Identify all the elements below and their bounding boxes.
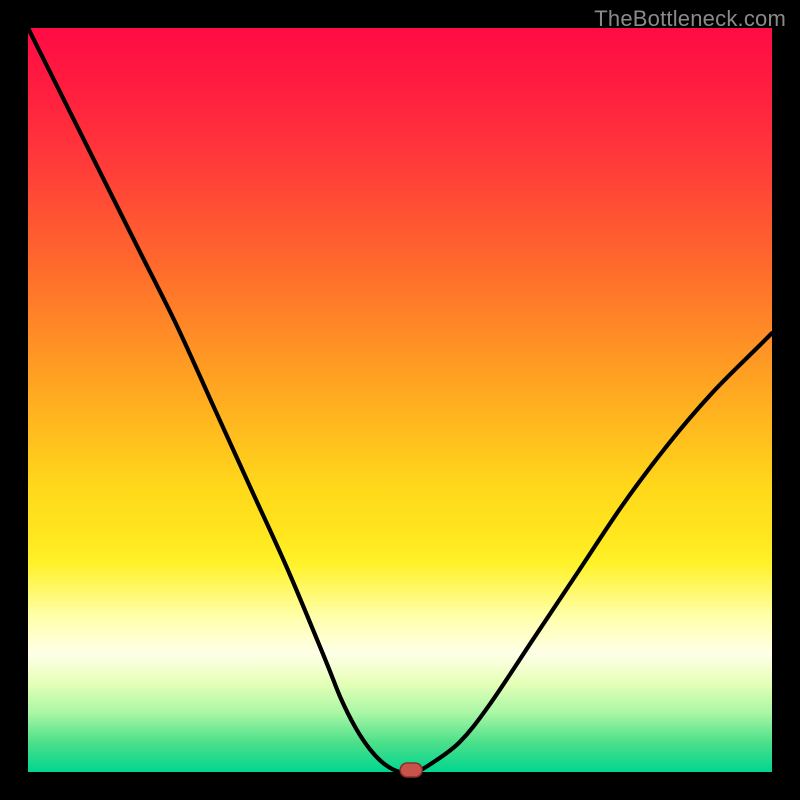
bottleneck-curve-line: [28, 28, 772, 773]
chart-frame: TheBottleneck.com: [0, 0, 800, 800]
watermark-text: TheBottleneck.com: [594, 6, 786, 32]
plot-area: [28, 28, 772, 772]
curve-svg: [28, 28, 772, 772]
optimal-point-marker: [400, 763, 422, 777]
